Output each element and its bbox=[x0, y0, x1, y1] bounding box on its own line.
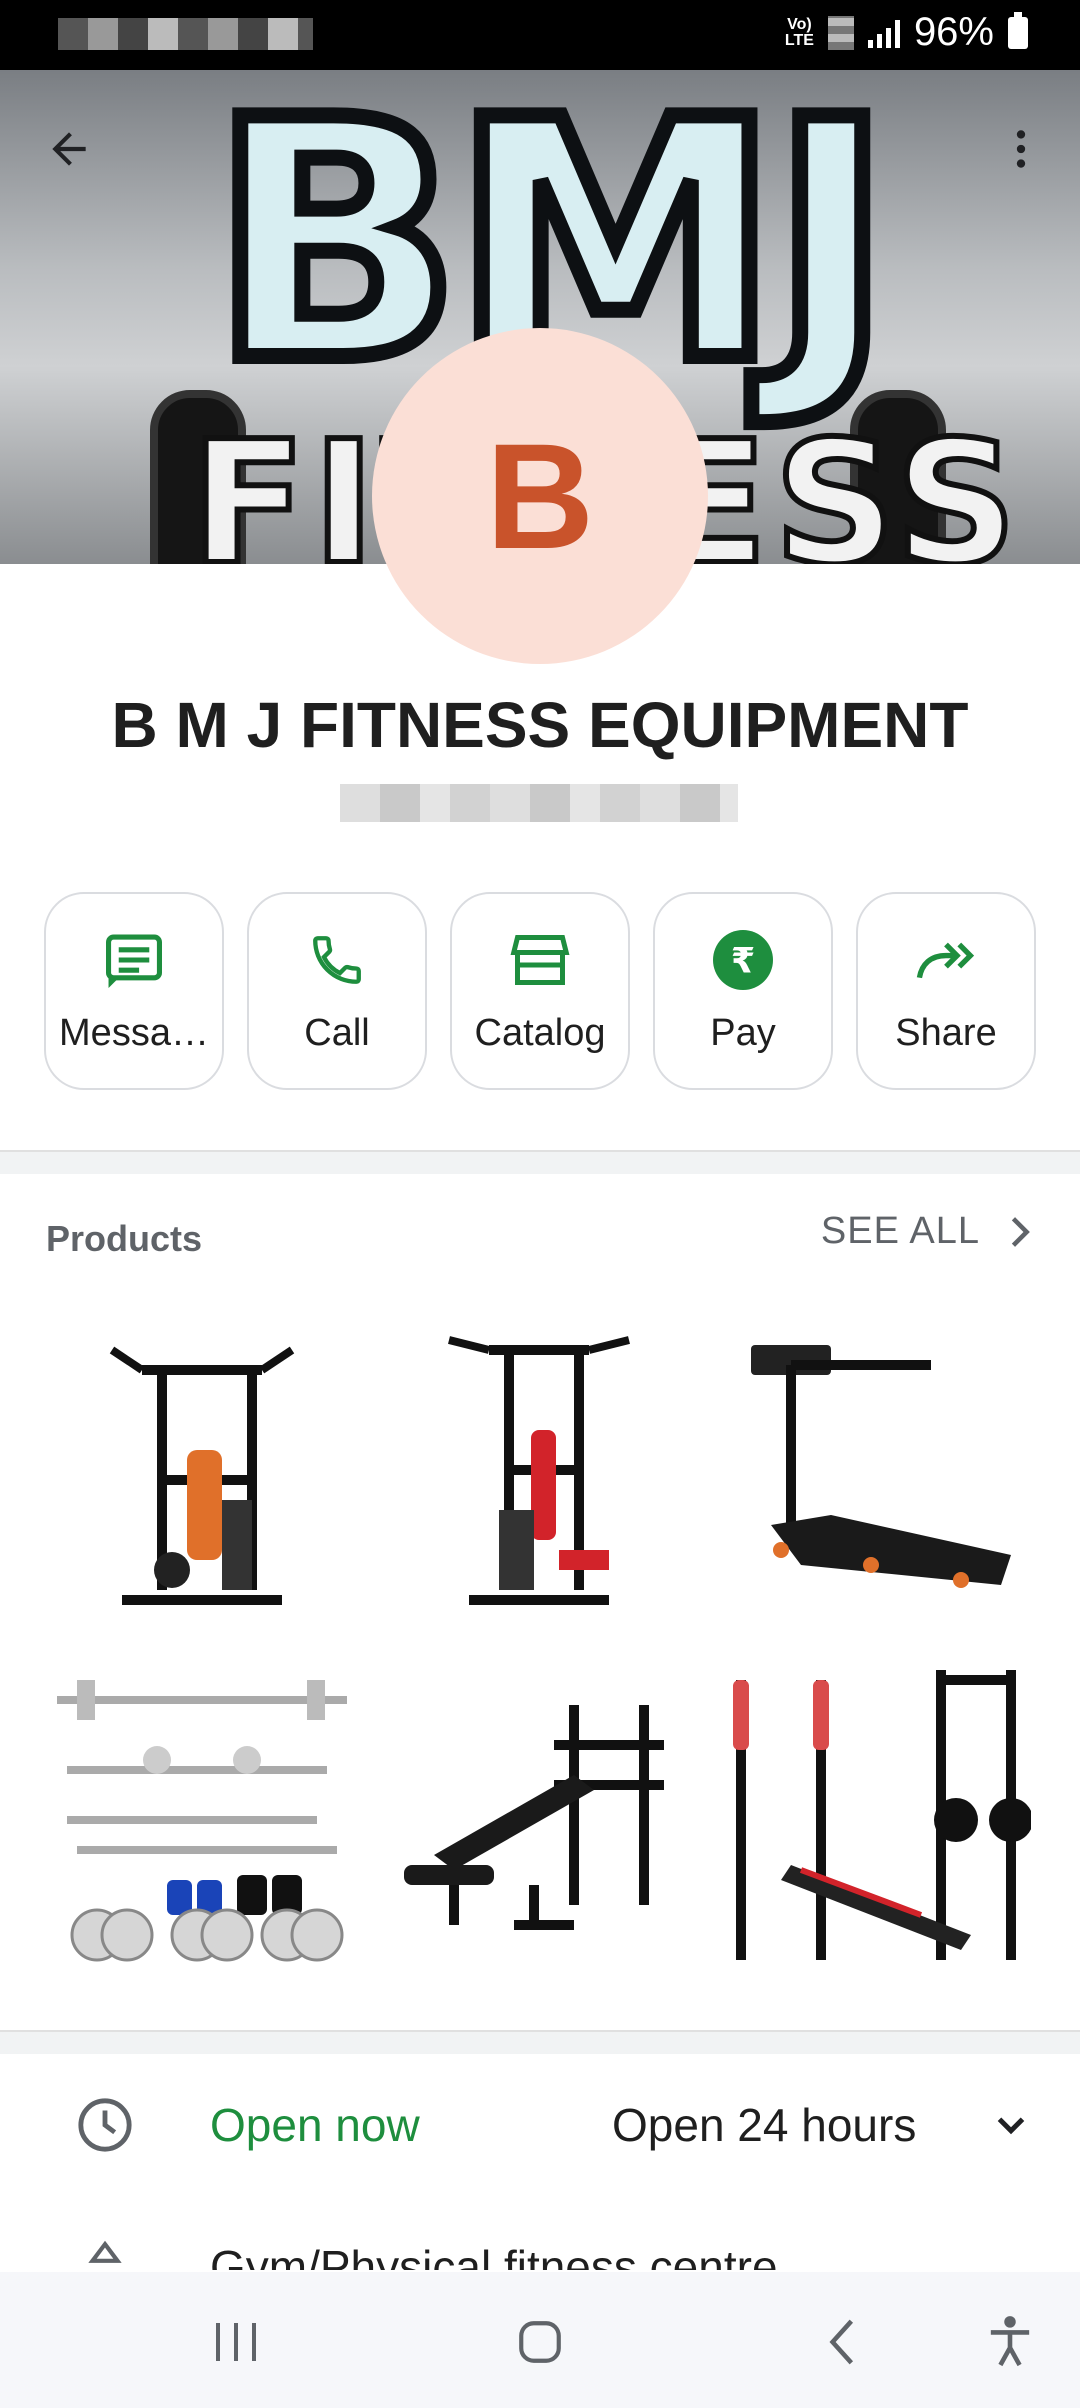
open-status: Open now bbox=[210, 2099, 420, 2151]
phone-icon bbox=[313, 936, 361, 984]
recents-icon bbox=[216, 2323, 256, 2361]
share-icon bbox=[916, 942, 975, 979]
action-buttons: Messa… Call Catalog ₹ Pay Share bbox=[44, 892, 1036, 1092]
arrow-back-icon bbox=[52, 132, 86, 166]
product-tile[interactable] bbox=[717, 1650, 1034, 1980]
chevron-right-icon bbox=[1011, 1216, 1030, 1247]
clock-icon bbox=[78, 2098, 132, 2152]
more-vert-icon bbox=[1016, 130, 1026, 168]
phone-number-blurred bbox=[340, 784, 738, 822]
product-tile[interactable] bbox=[44, 1300, 361, 1630]
system-nav-bar bbox=[0, 2272, 1080, 2408]
treadmill-image bbox=[750, 1345, 1011, 1588]
back-chevron-icon bbox=[829, 2319, 854, 2365]
open-hours-detail: Open 24 hours bbox=[612, 2099, 917, 2151]
multi-bench-image bbox=[732, 1670, 1031, 1960]
home-icon bbox=[519, 2321, 561, 2363]
more-options-button[interactable] bbox=[982, 110, 1060, 188]
see-all-link[interactable]: SEE ALL bbox=[821, 1210, 1034, 1253]
avatar-letter: B bbox=[485, 411, 595, 580]
product-tile[interactable] bbox=[44, 1650, 361, 1980]
svg-text:₹: ₹ bbox=[731, 942, 755, 982]
section-divider bbox=[0, 2030, 1080, 2054]
nav-back-button[interactable] bbox=[808, 2312, 878, 2372]
share-button[interactable]: Share bbox=[856, 892, 1036, 1090]
see-all-label: SEE ALL bbox=[820, 1210, 980, 1252]
message-icon bbox=[106, 934, 162, 988]
status-indicators: Vo) LTE 96% bbox=[785, 10, 1028, 55]
home-gym-image bbox=[110, 1346, 295, 1605]
volte-icon: Vo) LTE bbox=[784, 15, 814, 49]
weight-bench-image bbox=[403, 1705, 664, 1930]
product-tile[interactable] bbox=[380, 1300, 698, 1630]
product-tile[interactable] bbox=[380, 1650, 698, 1980]
recent-apps-button[interactable] bbox=[202, 2312, 272, 2372]
back-button[interactable] bbox=[30, 110, 108, 188]
message-button[interactable]: Messa… bbox=[44, 892, 224, 1090]
sim-icon bbox=[827, 15, 854, 50]
battery-percent: 96% bbox=[913, 10, 994, 54]
store-icon bbox=[510, 935, 570, 985]
accessibility-icon bbox=[990, 2316, 1030, 2367]
accessibility-button[interactable] bbox=[975, 2312, 1045, 2372]
home-gym-image bbox=[448, 1336, 630, 1605]
section-divider bbox=[0, 1150, 1080, 1174]
pay-button[interactable]: ₹ Pay bbox=[653, 892, 833, 1090]
products-heading: Products bbox=[46, 1218, 203, 1259]
product-tile[interactable] bbox=[717, 1300, 1034, 1630]
call-button[interactable]: Call bbox=[247, 892, 427, 1090]
catalog-label: Catalog bbox=[474, 1012, 606, 1054]
pay-label: Pay bbox=[710, 1012, 776, 1054]
call-label: Call bbox=[304, 1012, 370, 1054]
battery-icon bbox=[1008, 11, 1028, 49]
category-icon bbox=[88, 2240, 122, 2263]
rupee-icon: ₹ bbox=[713, 930, 773, 990]
home-button[interactable] bbox=[505, 2312, 575, 2372]
notification-icons-blurred bbox=[58, 18, 313, 50]
chevron-down-icon bbox=[997, 2117, 1025, 2135]
status-bar: Vo) LTE 96% bbox=[0, 0, 1080, 70]
business-name: B M J FITNESS EQUIPMENT bbox=[111, 689, 969, 761]
signal-icon bbox=[867, 18, 900, 48]
message-label: Messa… bbox=[59, 1012, 209, 1054]
hours-row[interactable]: Open now Open 24 hours bbox=[0, 2066, 1080, 2186]
share-label: Share bbox=[895, 1012, 997, 1054]
weight-set-image bbox=[57, 1680, 348, 1962]
business-avatar: B bbox=[372, 328, 708, 664]
category-row: Gym/Physical fitness centre bbox=[0, 2230, 1080, 2270]
products-grid bbox=[44, 1300, 1034, 1980]
catalog-button[interactable]: Catalog bbox=[450, 892, 630, 1090]
category-label: Gym/Physical fitness centre bbox=[210, 2241, 778, 2270]
